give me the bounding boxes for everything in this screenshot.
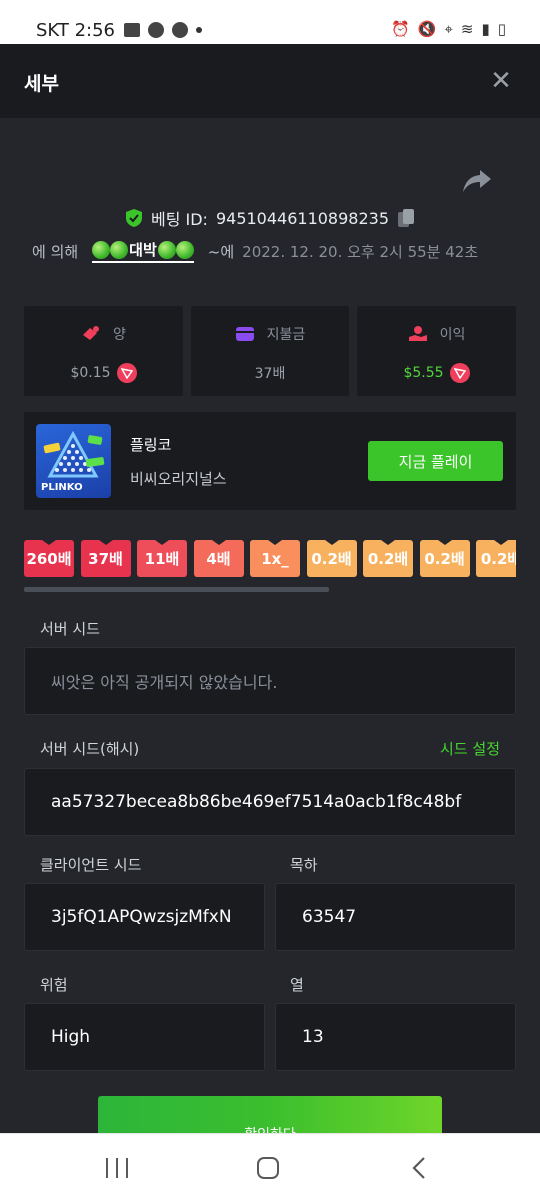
green-ball-icon bbox=[157, 240, 176, 259]
multiplier-chip: 0.2배 bbox=[363, 540, 413, 577]
plinko-thumb-text: PLINKO bbox=[41, 482, 83, 493]
green-ball-icon bbox=[175, 240, 194, 259]
bet-datetime: 2022. 12. 20. 오후 2시 55분 42초 bbox=[242, 242, 479, 261]
payout-value: 37배 bbox=[254, 366, 286, 382]
multiplier-strip[interactable]: 260배 37배 11배 4배 1x_ 0.2배 0.2배 0.2배 0.2배 bbox=[24, 540, 516, 578]
alarm-icon: ⏰ bbox=[391, 20, 410, 38]
share-icon[interactable] bbox=[462, 168, 492, 194]
risk-field[interactable]: High bbox=[24, 1003, 265, 1071]
seed-settings-link[interactable]: 시드 설정 bbox=[440, 738, 500, 759]
status-time: SKT 2:56 bbox=[36, 20, 115, 41]
green-ball-icon bbox=[92, 240, 111, 259]
amount-label: 양 bbox=[113, 327, 126, 343]
username-link[interactable]: 대박 bbox=[92, 239, 194, 263]
multiplier-chip: 0.2배 bbox=[306, 540, 357, 577]
system-nav-bar bbox=[0, 1133, 540, 1200]
mute-icon: 🔇 bbox=[417, 20, 437, 38]
multiplier-scrollbar[interactable] bbox=[24, 587, 329, 592]
green-ball-icon bbox=[110, 240, 129, 259]
home-icon[interactable] bbox=[257, 1157, 279, 1179]
game-provider: 비씨오리지널스 bbox=[130, 470, 227, 488]
wifi-icon: ≋ bbox=[460, 20, 474, 38]
clock: 2:56 bbox=[74, 20, 115, 41]
amount-value: $0.15 bbox=[70, 365, 111, 381]
chrome-icon bbox=[148, 22, 164, 38]
username: 대박 bbox=[129, 241, 157, 259]
talk-icon bbox=[172, 22, 188, 38]
carrier-label: SKT bbox=[36, 20, 69, 41]
multiplier-chip: 37배 bbox=[80, 540, 131, 577]
multiplier-chip: 0.2배 bbox=[476, 540, 516, 577]
bet-id-value: 94510446110898235 bbox=[215, 208, 390, 228]
bet-amount-icon bbox=[83, 326, 100, 340]
server-seed-hash-label: 서버 시드(해시) bbox=[40, 740, 140, 758]
trx-coin-icon bbox=[116, 363, 137, 383]
page-title: 세부 bbox=[24, 73, 59, 95]
multiplier-chip: 1x_ bbox=[250, 540, 300, 577]
risk-label: 위험 bbox=[40, 976, 68, 994]
multiplier-chip: 260배 bbox=[24, 540, 74, 577]
at-label: ~에 bbox=[207, 242, 235, 261]
multiplier-chip: 0.2배 bbox=[419, 540, 470, 577]
amount-card: 양 $0.15 bbox=[24, 306, 183, 396]
play-now-button[interactable]: 지금 플레이 bbox=[368, 441, 503, 481]
card-icon bbox=[235, 327, 254, 341]
recent-apps-icon[interactable] bbox=[106, 1158, 128, 1178]
more-dot-icon bbox=[196, 27, 202, 33]
nonce-label: 목하 bbox=[290, 856, 318, 874]
battery-icon: ▯ bbox=[497, 20, 506, 38]
gallery-icon bbox=[124, 23, 140, 37]
multiplier-chip: 11배 bbox=[137, 540, 187, 577]
location-icon: ⌖ bbox=[444, 20, 453, 38]
profit-label: 이익 bbox=[439, 327, 466, 343]
client-seed-label: 클라이언트 시드 bbox=[40, 856, 142, 874]
status-bar: SKT 2:56 ⏰ 🔇 ⌖ ≋ ▮ ▯ bbox=[0, 0, 540, 44]
copy-icon[interactable] bbox=[397, 208, 415, 228]
close-icon[interactable]: ✕ bbox=[486, 66, 516, 96]
plinko-thumbnail[interactable]: PLINKO bbox=[36, 424, 111, 498]
system-icons: ⏰ 🔇 ⌖ ≋ ▮ ▯ bbox=[391, 20, 506, 38]
bet-id-row: 베팅 ID: 94510446110898235 bbox=[0, 206, 540, 230]
profit-hand-icon bbox=[408, 326, 427, 341]
nonce-field[interactable]: 63547 bbox=[275, 883, 516, 951]
verify-button[interactable]: 확인하다 bbox=[98, 1096, 442, 1136]
server-seed-label: 서버 시드 bbox=[40, 620, 100, 638]
multiplier-chip: 4배 bbox=[193, 540, 244, 577]
trx-coin-icon bbox=[449, 363, 470, 383]
client-seed-field[interactable]: 3j5fQ1APQwzsjzMfxN bbox=[24, 883, 265, 951]
payout-card: 지불금 37배 bbox=[191, 306, 349, 396]
shield-check-icon bbox=[125, 209, 142, 227]
bet-id-label: 베팅 ID: bbox=[150, 210, 208, 229]
server-seed-field: 씨앗은 아직 공개되지 않았습니다. bbox=[24, 647, 516, 715]
signal-icon: ▮ bbox=[481, 20, 490, 38]
header-bar: 세부 ✕ bbox=[0, 44, 540, 118]
game-name: 플링코 bbox=[130, 436, 172, 454]
server-seed-hash-field[interactable]: aa57327becea8b86be469ef7514a0acb1f8c48bf bbox=[24, 768, 516, 836]
profit-value: $5.55 bbox=[403, 365, 444, 381]
bet-meta-row: 에 의해 대박 ~에 2022. 12. 20. 오후 2시 55분 42초 bbox=[32, 239, 479, 263]
by-label: 에 의해 bbox=[32, 242, 79, 261]
payout-label: 지불금 bbox=[266, 327, 306, 343]
back-icon[interactable] bbox=[408, 1156, 432, 1180]
notification-icons bbox=[124, 22, 202, 38]
rows-field[interactable]: 13 bbox=[275, 1003, 516, 1071]
rows-label: 열 bbox=[290, 976, 304, 994]
game-card: PLINKO 플링코 비씨오리지널스 지금 플레이 bbox=[24, 412, 516, 510]
profit-card: 이익 $5.55 bbox=[357, 306, 516, 396]
